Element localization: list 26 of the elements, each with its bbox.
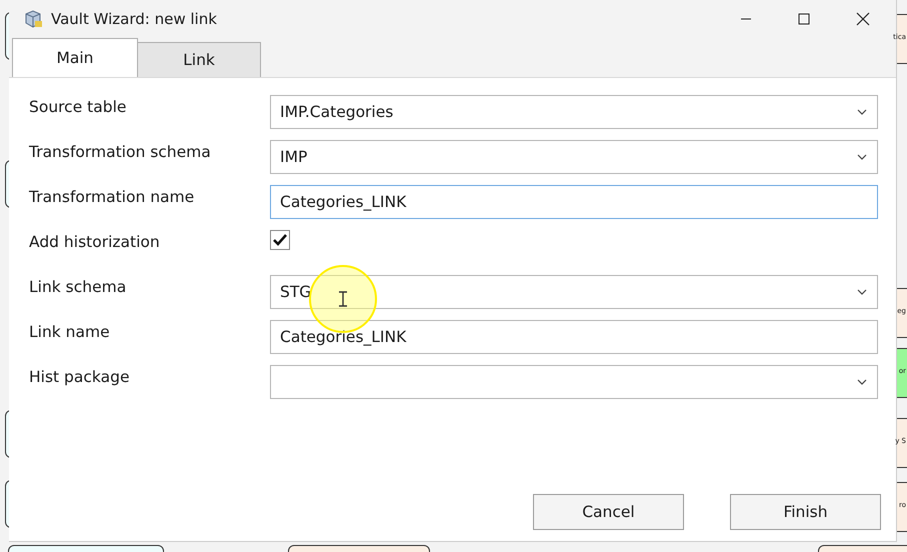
close-icon[interactable]: [856, 12, 870, 26]
maximize-icon[interactable]: [798, 13, 810, 25]
dropdown[interactable]: IMP.Categories: [270, 95, 878, 129]
tab[interactable]: Link: [137, 42, 261, 77]
field-label: Source table: [29, 97, 128, 118]
chevron-down-icon[interactable]: [857, 154, 867, 160]
dialog-button[interactable]: Finish: [730, 494, 881, 530]
dialog-button[interactable]: Cancel: [533, 494, 684, 530]
dropdown[interactable]: STG: [270, 275, 878, 309]
tab[interactable]: Main: [12, 38, 138, 77]
field-label: Hist package: [29, 367, 130, 388]
text-cursor-icon: [337, 291, 349, 307]
window-title: Vault Wizard: new link: [51, 10, 217, 28]
field-label: Transformation name: [29, 187, 196, 208]
field-label: Add historization: [29, 232, 161, 253]
chevron-down-icon[interactable]: [857, 289, 867, 295]
chevron-down-icon[interactable]: [857, 379, 867, 385]
chevron-down-icon[interactable]: [857, 109, 867, 115]
cube-icon: [23, 9, 43, 29]
checkbox[interactable]: [270, 230, 290, 250]
input-field[interactable]: Categories_LINK: [270, 185, 878, 219]
field-label: Transformation schema: [29, 142, 212, 163]
field-label: Link schema: [29, 277, 128, 298]
field-label: Link name: [29, 322, 111, 343]
input-field[interactable]: Categories_LINK: [270, 320, 878, 354]
dropdown[interactable]: IMP: [270, 140, 878, 174]
